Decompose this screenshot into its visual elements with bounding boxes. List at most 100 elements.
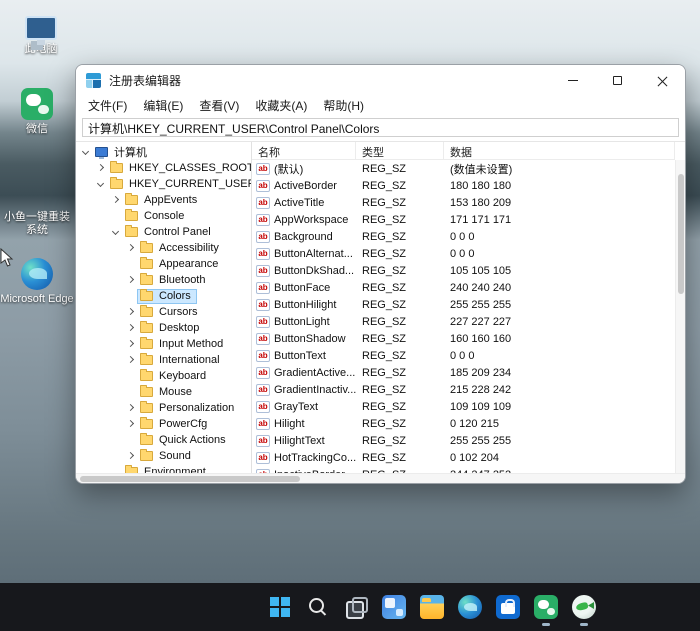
tree-item-hkey-classes-root[interactable]: HKEY_CLASSES_ROOT xyxy=(76,160,251,176)
taskbar-explorer-button[interactable] xyxy=(420,595,444,619)
chevron-right-icon[interactable] xyxy=(125,338,137,350)
taskbar-edge-button[interactable] xyxy=(458,595,482,619)
tree-item-input-method[interactable]: Input Method xyxy=(76,336,251,352)
tree-item-hkey-current-user[interactable]: HKEY_CURRENT_USER xyxy=(76,176,251,192)
table-row-gradientactive[interactable]: abGradientActive...REG_SZ185 209 234 xyxy=(252,364,685,381)
taskbar-start-button[interactable] xyxy=(268,595,292,619)
taskbar-installer-button[interactable] xyxy=(572,595,596,619)
table-row-buttondkshad[interactable]: abButtonDkShad...REG_SZ105 105 105 xyxy=(252,262,685,279)
tree-node[interactable]: Keyboard xyxy=(137,369,212,384)
scrollbar-thumb[interactable] xyxy=(80,476,300,482)
column-header-type[interactable]: 类型 xyxy=(356,142,444,159)
close-button[interactable] xyxy=(640,65,685,95)
table-row-activeborder[interactable]: abActiveBorderREG_SZ180 180 180 xyxy=(252,177,685,194)
chevron-right-icon[interactable] xyxy=(95,162,107,174)
column-header-name[interactable]: 名称 xyxy=(252,142,356,159)
menu-item-0[interactable]: 文件(F) xyxy=(80,95,135,116)
tree-node[interactable]: Cursors xyxy=(137,305,204,320)
taskbar-search-button[interactable] xyxy=(306,595,330,619)
tree-item-accessibility[interactable]: Accessibility xyxy=(76,240,251,256)
table-row-0[interactable]: ab(默认)REG_SZ(数值未设置) xyxy=(252,160,685,177)
chevron-right-icon[interactable] xyxy=(125,274,137,286)
table-row-buttonlight[interactable]: abButtonLightREG_SZ227 227 227 xyxy=(252,313,685,330)
tree-node[interactable]: PowerCfg xyxy=(137,417,213,432)
table-row-hilighttext[interactable]: abHilightTextREG_SZ255 255 255 xyxy=(252,432,685,449)
tree-node[interactable]: HKEY_CLASSES_ROOT xyxy=(107,161,252,176)
tree-node[interactable]: Input Method xyxy=(137,337,229,352)
tree-item-quick-actions[interactable]: Quick Actions xyxy=(76,432,251,448)
table-row-buttontext[interactable]: abButtonTextREG_SZ0 0 0 xyxy=(252,347,685,364)
tree-node[interactable]: Quick Actions xyxy=(137,433,232,448)
tree-node[interactable]: International xyxy=(137,353,226,368)
desktop-icon-xiaoyu-installer[interactable]: 小鱼一键重装系统 xyxy=(0,176,74,236)
horizontal-scrollbar[interactable] xyxy=(76,473,685,483)
tree-item-control-panel[interactable]: Control Panel xyxy=(76,224,251,240)
table-row-buttonface[interactable]: abButtonFaceREG_SZ240 240 240 xyxy=(252,279,685,296)
tree-item-desktop[interactable]: Desktop xyxy=(76,320,251,336)
title-bar[interactable]: 注册表编辑器 xyxy=(76,65,685,95)
tree-node[interactable]: AppEvents xyxy=(122,193,203,208)
table-row-hottrackingco[interactable]: abHotTrackingCo...REG_SZ0 102 204 xyxy=(252,449,685,466)
tree-item-colors[interactable]: Colors xyxy=(76,288,251,304)
chevron-right-icon[interactable] xyxy=(125,306,137,318)
table-row-appworkspace[interactable]: abAppWorkspaceREG_SZ171 171 171 xyxy=(252,211,685,228)
tree-item-international[interactable]: International xyxy=(76,352,251,368)
tree-item-mouse[interactable]: Mouse xyxy=(76,384,251,400)
tree-node[interactable]: Control Panel xyxy=(122,225,217,240)
tree-item-cursors[interactable]: Cursors xyxy=(76,304,251,320)
tree-node[interactable]: Appearance xyxy=(137,257,224,272)
table-row-graytext[interactable]: abGrayTextREG_SZ109 109 109 xyxy=(252,398,685,415)
tree-node[interactable]: 计算机 xyxy=(92,145,153,160)
chevron-right-icon[interactable] xyxy=(125,450,137,462)
maximize-button[interactable] xyxy=(595,65,640,95)
table-row-buttonalternat[interactable]: abButtonAlternat...REG_SZ0 0 0 xyxy=(252,245,685,262)
tree-item-personalization[interactable]: Personalization xyxy=(76,400,251,416)
tree-node[interactable]: Mouse xyxy=(137,385,198,400)
tree-node[interactable]: Environment xyxy=(122,465,212,474)
tree-node[interactable]: Colors xyxy=(137,289,197,304)
tree-node[interactable]: Accessibility xyxy=(137,241,225,256)
desktop-icon-this-pc[interactable]: 此电脑 xyxy=(4,12,78,56)
tree-item-console[interactable]: Console xyxy=(76,208,251,224)
table-row-buttonhilight[interactable]: abButtonHilightREG_SZ255 255 255 xyxy=(252,296,685,313)
scrollbar-thumb[interactable] xyxy=(678,174,684,294)
chevron-down-icon[interactable] xyxy=(110,226,122,238)
desktop-icon-wechat[interactable]: 微信 xyxy=(0,88,74,136)
chevron-right-icon[interactable] xyxy=(125,322,137,334)
tree-node[interactable]: HKEY_CURRENT_USER xyxy=(107,177,252,192)
tree-item-bluetooth[interactable]: Bluetooth xyxy=(76,272,251,288)
tree-item-sound[interactable]: Sound xyxy=(76,448,251,464)
chevron-down-icon[interactable] xyxy=(80,146,92,158)
table-row-activetitle[interactable]: abActiveTitleREG_SZ153 180 209 xyxy=(252,194,685,211)
column-header-data[interactable]: 数据 xyxy=(444,142,675,159)
minimize-button[interactable] xyxy=(550,65,595,95)
tree-item-0[interactable]: 计算机 xyxy=(76,144,251,160)
tree-node[interactable]: Bluetooth xyxy=(137,273,211,288)
chevron-right-icon[interactable] xyxy=(125,402,137,414)
tree-item-appearance[interactable]: Appearance xyxy=(76,256,251,272)
tree-item-environment[interactable]: Environment xyxy=(76,464,251,473)
menu-item-2[interactable]: 查看(V) xyxy=(191,95,247,116)
table-row-buttonshadow[interactable]: abButtonShadowREG_SZ160 160 160 xyxy=(252,330,685,347)
tree-node[interactable]: Personalization xyxy=(137,401,240,416)
menu-item-3[interactable]: 收藏夹(A) xyxy=(247,95,315,116)
taskbar-store-button[interactable] xyxy=(496,595,520,619)
taskbar-wechat-button[interactable] xyxy=(534,595,558,619)
address-input[interactable]: 计算机\HKEY_CURRENT_USER\Control Panel\Colo… xyxy=(82,118,679,137)
tree-node[interactable]: Console xyxy=(122,209,190,224)
menu-item-1[interactable]: 编辑(E) xyxy=(135,95,191,116)
tree-item-appevents[interactable]: AppEvents xyxy=(76,192,251,208)
chevron-right-icon[interactable] xyxy=(125,418,137,430)
table-row-inactiveborder[interactable]: abInactiveBorderREG_SZ244 247 252 xyxy=(252,466,685,473)
chevron-right-icon[interactable] xyxy=(125,354,137,366)
chevron-right-icon[interactable] xyxy=(125,242,137,254)
vertical-scrollbar[interactable] xyxy=(675,160,685,473)
tree-item-powercfg[interactable]: PowerCfg xyxy=(76,416,251,432)
menu-item-4[interactable]: 帮助(H) xyxy=(315,95,372,116)
table-row-hilight[interactable]: abHilightREG_SZ0 120 215 xyxy=(252,415,685,432)
chevron-down-icon[interactable] xyxy=(95,178,107,190)
tree-item-keyboard[interactable]: Keyboard xyxy=(76,368,251,384)
table-row-background[interactable]: abBackgroundREG_SZ0 0 0 xyxy=(252,228,685,245)
tree-node[interactable]: Sound xyxy=(137,449,197,464)
chevron-right-icon[interactable] xyxy=(110,194,122,206)
